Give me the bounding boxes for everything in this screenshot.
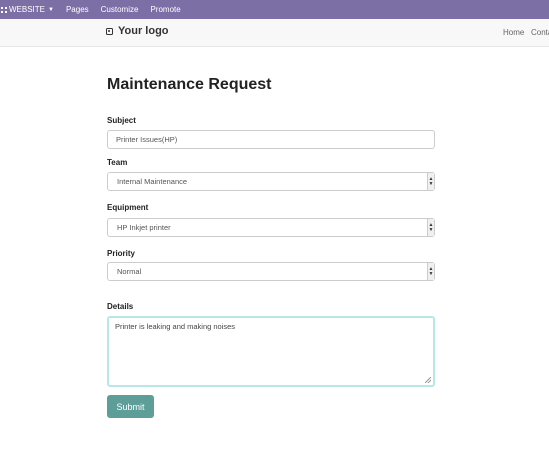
nav-home-link[interactable]: Home — [503, 28, 524, 37]
select-arrow-icon: ▲ ▼ — [427, 219, 434, 236]
details-label: Details — [107, 302, 134, 311]
caret-down-icon: ▼ — [48, 6, 54, 13]
details-textarea-value: Printer is leaking and making noises — [115, 322, 236, 331]
select-arrow-icon: ▲ ▼ — [427, 263, 434, 280]
team-select[interactable]: Internal Maintenance ▲ ▼ — [107, 172, 435, 191]
promote-menu[interactable]: Promote — [150, 5, 180, 14]
website-menu[interactable]: WEBSITE ▼ — [0, 5, 54, 14]
priority-select-value: Normal — [117, 267, 142, 276]
priority-select[interactable]: Normal ▲ ▼ — [107, 262, 435, 281]
subject-input[interactable]: Printer Issues(HP) — [107, 130, 435, 149]
website-menu-label: WEBSITE — [9, 5, 46, 14]
site-header: Your logo Home Conta — [0, 19, 549, 47]
team-select-value: Internal Maintenance — [117, 177, 188, 186]
nav-contact-link[interactable]: Conta — [531, 28, 549, 37]
equipment-select-value: HP Inkjet printer — [117, 223, 171, 232]
submit-button[interactable]: Submit — [107, 395, 154, 418]
pages-menu[interactable]: Pages — [66, 5, 89, 14]
logo-text: Your logo — [118, 25, 169, 37]
details-textarea[interactable]: Printer is leaking and making noises — [107, 316, 435, 387]
customize-menu[interactable]: Customize — [101, 5, 139, 14]
apps-grid-icon — [1, 6, 7, 13]
select-arrow-icon: ▲ ▼ — [427, 173, 434, 190]
resize-handle-icon[interactable] — [425, 377, 431, 383]
subject-input-value: Printer Issues(HP) — [116, 135, 178, 144]
team-label: Team — [107, 158, 128, 167]
page-title: Maintenance Request — [107, 76, 272, 93]
equipment-label: Equipment — [107, 203, 149, 212]
equipment-select[interactable]: HP Inkjet printer ▲ ▼ — [107, 218, 435, 237]
admin-bar: WEBSITE ▼ Pages Customize Promote — [0, 0, 549, 19]
priority-label: Priority — [107, 249, 136, 258]
subject-label: Subject — [107, 116, 136, 125]
site-logo[interactable]: Your logo — [106, 25, 169, 37]
logo-icon — [106, 27, 113, 35]
